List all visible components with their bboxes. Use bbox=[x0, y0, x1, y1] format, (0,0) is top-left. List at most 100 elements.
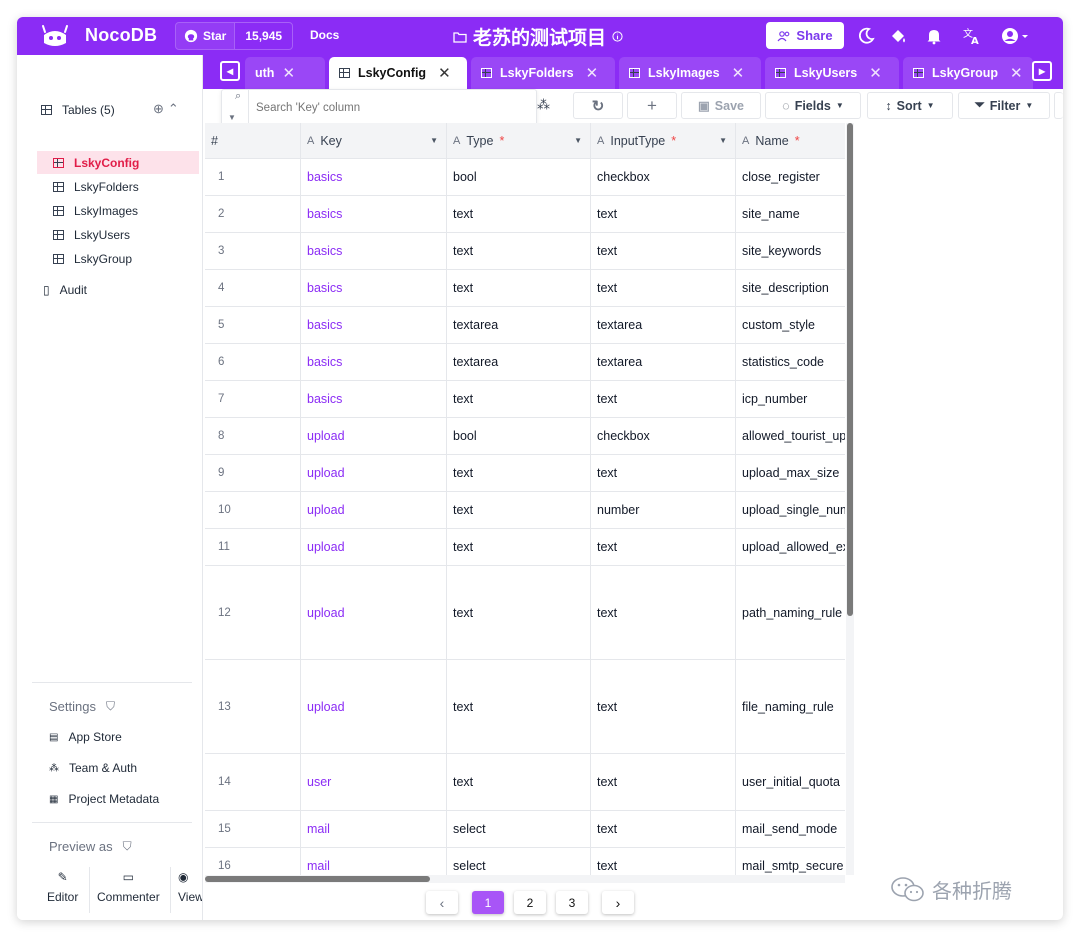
sidebar-item-lskygroup[interactable]: LskyGroup bbox=[53, 252, 132, 266]
translate-icon[interactable]: 文A bbox=[961, 25, 983, 47]
key-cell[interactable]: upload bbox=[301, 492, 447, 529]
tab-auth[interactable]: uth ✕ bbox=[245, 57, 325, 89]
key-cell[interactable]: user bbox=[301, 754, 447, 811]
docs-link[interactable]: Docs bbox=[310, 28, 339, 42]
role-viewer[interactable]: ◉ View bbox=[178, 870, 202, 904]
role-editor[interactable]: ✎ Editor bbox=[47, 870, 78, 904]
name-cell[interactable]: file_naming_rule bbox=[736, 660, 845, 754]
type-cell[interactable]: text bbox=[447, 381, 591, 418]
name-cell[interactable]: upload_allowed_ex bbox=[736, 529, 845, 566]
key-cell[interactable]: upload bbox=[301, 418, 447, 455]
type-cell[interactable]: text bbox=[447, 492, 591, 529]
sidebar-item-project-metadata[interactable]: ▦ Project Metadata bbox=[49, 792, 159, 806]
key-cell[interactable]: basics bbox=[301, 344, 447, 381]
type-cell[interactable]: select bbox=[447, 811, 591, 848]
chevron-up-icon[interactable]: ⌃ bbox=[168, 101, 179, 117]
type-cell[interactable]: text bbox=[447, 270, 591, 307]
inputtype-cell[interactable]: text bbox=[591, 754, 736, 811]
search-input[interactable] bbox=[256, 99, 526, 117]
type-cell[interactable]: text bbox=[447, 754, 591, 811]
type-cell[interactable]: bool bbox=[447, 418, 591, 455]
sidebar-item-lskyfolders[interactable]: LskyFolders bbox=[53, 180, 139, 194]
fields-button[interactable]: ◌ Fields ▼ bbox=[765, 92, 861, 119]
name-cell[interactable]: site_keywords bbox=[736, 233, 845, 270]
column-header-name[interactable]: A Name * bbox=[736, 123, 845, 159]
column-header-inputtype[interactable]: A InputType * ▼ bbox=[591, 123, 736, 159]
brand-name[interactable]: NocoDB bbox=[85, 25, 157, 46]
column-menu-icon[interactable]: ▼ bbox=[719, 136, 727, 145]
name-cell[interactable]: site_description bbox=[736, 270, 845, 307]
key-cell[interactable]: upload bbox=[301, 529, 447, 566]
inputtype-cell[interactable]: checkbox bbox=[591, 159, 736, 196]
type-cell[interactable]: select bbox=[447, 848, 591, 875]
inputtype-cell[interactable]: textarea bbox=[591, 344, 736, 381]
scrollbar-thumb[interactable] bbox=[205, 876, 430, 882]
name-cell[interactable]: site_name bbox=[736, 196, 845, 233]
inputtype-cell[interactable]: text bbox=[591, 455, 736, 492]
type-cell[interactable]: text bbox=[447, 529, 591, 566]
inputtype-cell[interactable]: text bbox=[591, 848, 736, 875]
name-cell[interactable]: user_initial_quota bbox=[736, 754, 845, 811]
name-cell[interactable]: statistics_code bbox=[736, 344, 845, 381]
info-icon[interactable] bbox=[612, 31, 623, 42]
tab-lskyconfig[interactable]: LskyConfig ✕ bbox=[329, 57, 467, 89]
key-cell[interactable]: basics bbox=[301, 159, 447, 196]
name-cell[interactable]: close_register bbox=[736, 159, 845, 196]
name-cell[interactable]: icp_number bbox=[736, 381, 845, 418]
sidebar-item-lskyimages[interactable]: LskyImages bbox=[53, 204, 138, 218]
sidebar-item-team-auth[interactable]: ⁂ Team & Auth bbox=[49, 761, 137, 775]
github-star-count[interactable]: 15,945 bbox=[234, 23, 292, 49]
sidebar-item-app-store[interactable]: ▤ App Store bbox=[49, 730, 122, 744]
inputtype-cell[interactable]: textarea bbox=[591, 307, 736, 344]
column-menu-icon[interactable]: ▼ bbox=[574, 136, 582, 145]
key-cell[interactable]: upload bbox=[301, 455, 447, 492]
add-table-icon[interactable]: ⊕ bbox=[153, 101, 164, 117]
column-menu-icon[interactable]: ▼ bbox=[430, 136, 438, 145]
close-icon[interactable]: ✕ bbox=[438, 64, 451, 82]
close-icon[interactable]: ✕ bbox=[282, 64, 295, 82]
inputtype-cell[interactable]: text bbox=[591, 196, 736, 233]
inputtype-cell[interactable]: text bbox=[591, 529, 736, 566]
name-cell[interactable]: upload_single_num bbox=[736, 492, 845, 529]
tab-lskyfolders[interactable]: LskyFolders ✕ bbox=[471, 57, 615, 89]
next-page-button[interactable]: › bbox=[602, 891, 634, 914]
search-icon[interactable]: ⌕ bbox=[235, 90, 241, 103]
tab-lskyusers[interactable]: LskyUsers ✕ bbox=[765, 57, 899, 89]
theme-paint-icon[interactable] bbox=[887, 25, 909, 47]
inputtype-cell[interactable]: text bbox=[591, 233, 736, 270]
sidebar-item-lskyusers[interactable]: LskyUsers bbox=[53, 228, 130, 242]
tab-scroll-right-icon[interactable]: ▸ bbox=[1032, 61, 1052, 81]
share-button[interactable]: Share bbox=[766, 22, 844, 49]
key-cell[interactable]: mail bbox=[301, 848, 447, 875]
inputtype-cell[interactable]: text bbox=[591, 381, 736, 418]
name-cell[interactable]: allowed_tourist_up bbox=[736, 418, 845, 455]
inputtype-cell[interactable]: checkbox bbox=[591, 418, 736, 455]
github-star-widget[interactable]: Star 15,945 bbox=[175, 22, 294, 50]
tables-header[interactable]: Tables (5) bbox=[41, 103, 115, 117]
sort-button[interactable]: ↕ Sort ▼ bbox=[867, 92, 953, 119]
tab-scroll-left-icon[interactable]: ◂ bbox=[220, 61, 240, 81]
name-cell[interactable]: custom_style bbox=[736, 307, 845, 344]
horizontal-scrollbar[interactable] bbox=[205, 875, 845, 883]
key-cell[interactable]: basics bbox=[301, 270, 447, 307]
add-row-button[interactable]: + bbox=[627, 92, 677, 119]
inputtype-cell[interactable]: text bbox=[591, 811, 736, 848]
github-star-button[interactable]: Star bbox=[176, 23, 235, 49]
page-2-button[interactable]: 2 bbox=[514, 891, 546, 914]
inputtype-cell[interactable]: text bbox=[591, 566, 736, 660]
column-header-type[interactable]: A Type * ▼ bbox=[447, 123, 591, 159]
sidebar-item-audit[interactable]: ▯ Audit bbox=[43, 283, 87, 297]
name-cell[interactable]: mail_send_mode bbox=[736, 811, 845, 848]
account-menu-icon[interactable] bbox=[999, 25, 1033, 47]
inputtype-cell[interactable]: text bbox=[591, 270, 736, 307]
page-3-button[interactable]: 3 bbox=[556, 891, 588, 914]
key-cell[interactable]: basics bbox=[301, 307, 447, 344]
save-button[interactable]: ▣ Save bbox=[681, 92, 761, 119]
key-cell[interactable]: upload bbox=[301, 566, 447, 660]
project-title[interactable]: 老苏的测试项目 bbox=[453, 23, 623, 50]
scrollbar-thumb[interactable] bbox=[847, 123, 853, 616]
dark-mode-icon[interactable] bbox=[855, 25, 877, 47]
close-icon[interactable]: ✕ bbox=[586, 64, 599, 82]
type-cell[interactable]: textarea bbox=[447, 344, 591, 381]
group-users-icon[interactable]: ⁂ bbox=[537, 97, 550, 113]
